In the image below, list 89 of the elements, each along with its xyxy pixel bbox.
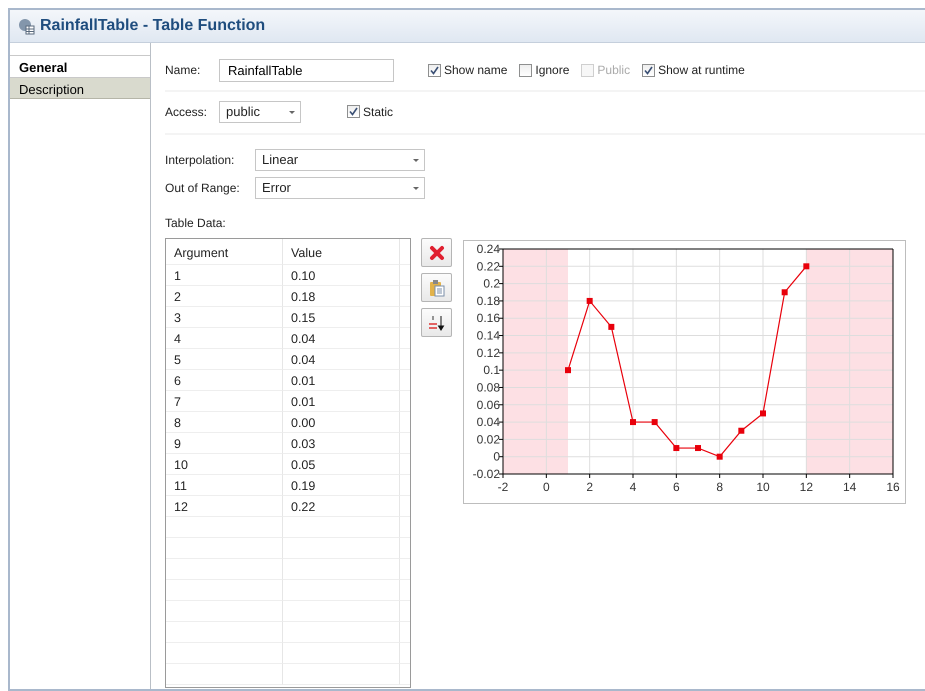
checkbox[interactable]: Show at runtime: [642, 61, 745, 79]
data-point: [608, 324, 614, 330]
data-point: [695, 445, 701, 452]
table-cell: 0.05: [283, 454, 400, 475]
y-tick-label: 0.2: [483, 276, 500, 291]
table-cell: 4: [166, 328, 283, 349]
y-tick-label: 0.12: [476, 346, 500, 360]
x-tick-label: 8: [716, 480, 723, 494]
y-tick-label: 0.06: [476, 398, 500, 412]
y-tick-label: 0.18: [476, 294, 500, 308]
table-cell: 0.04: [283, 328, 400, 349]
data-point: [716, 454, 723, 460]
x-tick-label: 4: [630, 480, 636, 494]
column-header: Value: [283, 239, 400, 265]
y-tick-label: 0.1: [483, 363, 500, 378]
table-cell: 8: [166, 412, 283, 433]
table-cell: 11: [166, 475, 283, 496]
x-tick-label: 2: [586, 480, 593, 494]
paste-icon: [428, 278, 444, 296]
table-cell: 0.01: [283, 391, 400, 412]
sort-icon: [428, 314, 446, 332]
check-icon: [349, 107, 358, 116]
checkbox[interactable]: Static: [347, 102, 394, 121]
interpolation-dropdown[interactable]: Linear: [255, 149, 425, 171]
table-cell: 0.01: [283, 370, 400, 391]
data-point: [630, 419, 636, 426]
access-label: Access:: [165, 104, 208, 121]
data-point: [760, 410, 766, 416]
table-data-label: Table Data:: [165, 215, 226, 232]
x-tick-label: 6: [673, 480, 680, 494]
data-point: [565, 367, 571, 374]
name-field[interactable]: RainfallTable: [219, 58, 394, 82]
y-tick-label: 0.16: [476, 311, 500, 326]
table-cell: 0.03: [283, 433, 400, 454]
paste-button[interactable]: [421, 273, 452, 302]
table-cell: 0.18: [283, 286, 400, 307]
dropdown-arrow-icon: [412, 158, 420, 162]
table-cell: 9: [166, 433, 283, 454]
y-tick-label: -0.02: [472, 467, 500, 481]
data-point: [673, 445, 680, 452]
y-tick-label: 0.24: [476, 242, 500, 256]
table-function-icon: [18, 18, 35, 34]
y-tick-label: 0.04: [476, 415, 500, 430]
table-cell: 3: [166, 307, 283, 328]
data-point: [738, 428, 744, 434]
x-tick-label: -2: [498, 480, 508, 494]
window-title: RainfallTable - Table Function: [40, 16, 266, 36]
x-tick-label: 16: [886, 480, 900, 494]
table-cell: 0.00: [283, 412, 400, 433]
table-cell: 5: [166, 349, 283, 370]
delete-button[interactable]: [421, 238, 452, 267]
x-tick-label: 0: [543, 480, 550, 494]
table-cell: 7: [166, 391, 283, 412]
out-of-range-dropdown[interactable]: Error: [255, 177, 425, 199]
delete-icon: [428, 244, 444, 260]
name-label: Name:: [165, 62, 202, 79]
sidebar-tab[interactable]: Description: [10, 77, 150, 99]
checkbox[interactable]: Show name: [428, 61, 508, 79]
interpolation-label: Interpolation:: [165, 152, 236, 169]
y-tick-label: 0.08: [476, 380, 500, 394]
table-cell: 2: [166, 286, 283, 307]
y-tick-label: 0.22: [476, 259, 500, 274]
dropdown-arrow-icon: [288, 110, 296, 114]
column-header: Argument: [166, 239, 283, 265]
table-cell: 0.04: [283, 349, 400, 370]
sort-button[interactable]: [421, 308, 452, 337]
check-icon: [430, 66, 439, 74]
out-of-range-label: Out of Range:: [165, 180, 241, 197]
table-cell: 1: [166, 265, 283, 286]
data-point: [782, 289, 788, 296]
y-tick-label: 0.02: [476, 432, 500, 446]
data-point: [652, 419, 658, 426]
dropdown-arrow-icon: [412, 186, 420, 190]
table-cell: 0.19: [283, 475, 400, 496]
table-cell: 0.22: [283, 496, 400, 517]
access-dropdown[interactable]: public: [219, 101, 301, 123]
table-cell: 10: [166, 454, 283, 475]
x-tick-label: 10: [756, 480, 770, 494]
checkbox[interactable]: Ignore: [519, 61, 570, 79]
table-cell: 0.15: [283, 307, 400, 328]
y-tick-label: 0.14: [476, 328, 500, 343]
x-tick-label: 12: [800, 480, 814, 494]
x-tick-label: 14: [842, 480, 856, 494]
y-tick-label: 0: [493, 450, 500, 464]
table-cell: 12: [166, 496, 283, 517]
data-point: [586, 298, 593, 304]
check-icon: [644, 66, 654, 74]
table-cell: 0.10: [283, 265, 400, 286]
table-cell: 6: [166, 370, 283, 391]
